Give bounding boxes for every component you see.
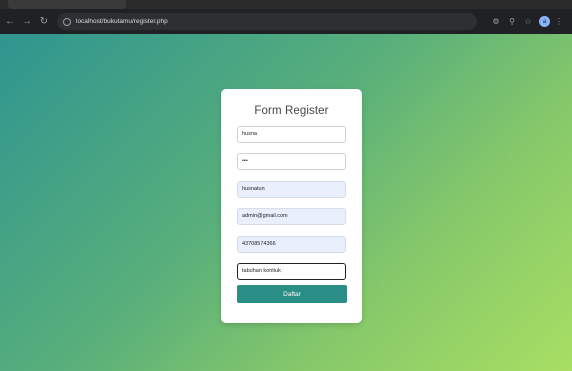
profile-avatar[interactable]: a <box>539 16 550 27</box>
menu-dots-icon[interactable]: ⋮ <box>552 15 566 29</box>
forward-arrow-icon[interactable]: → <box>20 15 34 29</box>
password-field[interactable]: ••• <box>237 153 346 170</box>
email-field[interactable]: admin@gmail.com <box>237 208 346 225</box>
password-key-icon[interactable]: ⚙ <box>489 15 503 29</box>
url-text: localhost/bukutamu/register.php <box>76 18 168 25</box>
page-title: Form Register <box>254 105 329 117</box>
register-card: Form Register husna ••• husnatun admin@g… <box>221 89 362 323</box>
register-button[interactable]: Daftar <box>237 285 347 303</box>
name-field[interactable]: husnatun <box>237 181 346 198</box>
phone-field[interactable]: 43708574366 <box>237 236 346 253</box>
bookmark-star-icon[interactable]: ☆ <box>521 15 535 29</box>
browser-tab[interactable] <box>8 0 126 9</box>
reload-icon[interactable]: ↻ <box>37 15 51 29</box>
address-bar[interactable]: localhost/bukutamu/register.php <box>57 13 477 30</box>
browser-toolbar: ← → ↻ localhost/bukutamu/register.php ⚙ … <box>0 9 572 34</box>
zoom-icon[interactable]: ⚲ <box>505 15 519 29</box>
purpose-field[interactable]: tabuhan kontiuk <box>237 263 346 280</box>
site-info-icon[interactable] <box>63 17 71 26</box>
username-field[interactable]: husna <box>237 126 346 143</box>
back-arrow-icon[interactable]: ← <box>3 15 17 29</box>
tab-strip <box>0 0 572 9</box>
toolbar-actions: ⚙ ⚲ ☆ a ⋮ <box>487 15 572 29</box>
page-background: Form Register husna ••• husnatun admin@g… <box>0 34 572 371</box>
